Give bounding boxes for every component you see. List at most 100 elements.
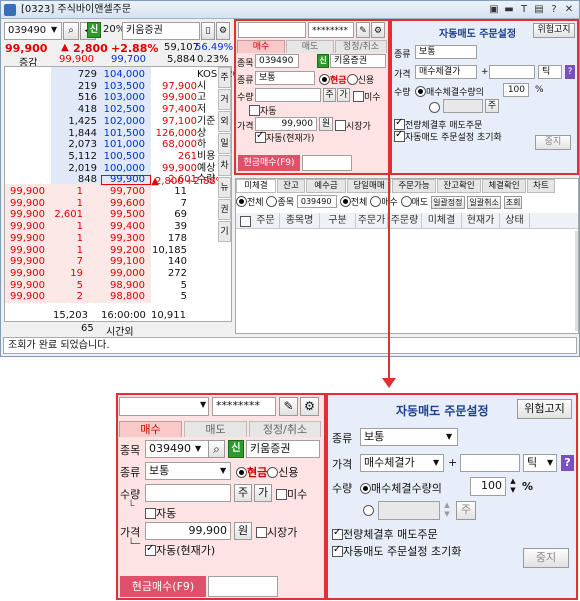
as-type-dropdown-icon[interactable]: ▼ [446, 432, 452, 441]
cash-buy-button[interactable]: 현금매수(F9) [120, 576, 206, 597]
side-tab[interactable]: 거 [218, 89, 231, 110]
qty-unit-button[interactable]: 주 [234, 484, 252, 502]
as-price-type[interactable]: 매수체결가 [360, 454, 444, 472]
column-header[interactable]: 구분 [320, 213, 356, 229]
risk-notice-button[interactable]: 위험고지 [517, 399, 572, 419]
as-opt2-check[interactable] [332, 544, 343, 557]
mini-as-qty-pct[interactable]: 100 [503, 83, 529, 97]
help-icon-big[interactable]: ? [561, 455, 574, 471]
list-tab[interactable]: 잔고확인 [437, 179, 481, 193]
tab-sell-mini[interactable]: 매도 [286, 40, 334, 53]
list-tab[interactable]: 미체결 [236, 179, 276, 193]
close-icon[interactable]: ✕ [563, 3, 575, 16]
cash-radio[interactable] [236, 467, 247, 478]
as-ju-spinner-icon[interactable]: ▲ ▼ [441, 501, 453, 520]
side-tab[interactable]: 뉴 [218, 177, 231, 198]
list-tab[interactable]: 잔고 [277, 179, 305, 193]
type-dropdown-icon[interactable]: ▼ [220, 466, 226, 475]
credit-radio[interactable] [267, 467, 279, 478]
qty-input[interactable] [145, 484, 231, 502]
as-tick-dropdown-icon[interactable]: ▼ [547, 458, 553, 467]
side-tab[interactable]: 기 [218, 221, 231, 242]
list-tab[interactable]: 예수금 [306, 179, 346, 193]
price-fill-button[interactable]: 가 [254, 484, 272, 502]
password-input-big[interactable]: ******** [212, 397, 276, 416]
query-button[interactable]: 조회 [503, 196, 523, 209]
filter-code[interactable]: 039490 [296, 195, 337, 208]
menu-icon[interactable]: ▤ [533, 3, 545, 16]
settings-icon-big[interactable]: ⚙ [300, 397, 319, 416]
side-tab[interactable]: 외 [218, 111, 231, 132]
tab-buy[interactable]: 매수 [119, 421, 182, 437]
mini-unpaid-check[interactable] [353, 91, 364, 102]
filter-all2-radio[interactable] [339, 196, 351, 207]
mini-as-price-type[interactable]: 매수체결가 [415, 65, 477, 79]
chevron-down-icon-2[interactable]: ▼ [200, 400, 206, 409]
mini-as-ju-btn[interactable]: 주 [485, 99, 499, 113]
mini-as-ju-radio[interactable] [429, 102, 440, 113]
side-tab[interactable]: 차 [218, 155, 231, 176]
as-qty-pct-input[interactable]: 100 [470, 477, 506, 496]
mini-help-icon[interactable]: ? [565, 65, 575, 79]
mini-type-select[interactable]: 보통 [255, 71, 315, 85]
mini-cash-radio[interactable] [319, 74, 330, 85]
list-tab[interactable]: 당일매매 [347, 179, 391, 193]
code-dropdown-icon[interactable]: ▼ [195, 444, 201, 453]
column-header[interactable]: 주문가 [356, 213, 388, 229]
as-ju-button[interactable]: 주 [456, 501, 476, 520]
as-qty-ju-radio[interactable] [363, 505, 374, 516]
mini-stop-button[interactable]: 중지 [535, 135, 571, 150]
side-tab[interactable]: 주 [218, 67, 231, 88]
account-input-big[interactable] [119, 397, 209, 416]
mini-auto-check[interactable] [249, 105, 260, 116]
as-price-dropdown-icon[interactable]: ▼ [433, 458, 439, 467]
mini-qty-input[interactable] [255, 88, 321, 102]
mini-as-tick[interactable]: 틱 [538, 65, 562, 79]
market-price-check[interactable] [256, 527, 267, 538]
stop-button[interactable]: 중지 [523, 548, 569, 568]
text-icon[interactable]: T [518, 3, 530, 16]
mini-auto-now-check[interactable] [255, 130, 266, 143]
lock-icon[interactable]: ▣ [488, 3, 500, 16]
auto-current-check[interactable] [145, 543, 156, 556]
mini-price-btn[interactable]: 가 [337, 88, 350, 102]
filter-sell-radio[interactable] [400, 196, 412, 207]
settings-icon-2[interactable]: ⚙ [371, 22, 385, 38]
bid-price[interactable]: 98,800 [101, 290, 145, 303]
mini-amount-input[interactable] [302, 155, 352, 171]
account-input[interactable] [238, 22, 306, 38]
settings-icon[interactable]: ⚙ [216, 22, 230, 40]
side-tab[interactable]: 권 [218, 199, 231, 220]
edit-icon-big[interactable]: ✎ [279, 397, 298, 416]
mini-code-input[interactable]: 039490 [255, 54, 299, 68]
filter-all-radio[interactable] [236, 196, 247, 207]
bulk-modify-button[interactable]: 일괄정정 [431, 196, 465, 209]
bulk-cancel-button[interactable]: 일괄취소 [467, 196, 501, 209]
tab-modify-mini[interactable]: 정정/취소 [335, 40, 387, 53]
mini-credit-radio[interactable] [346, 74, 358, 85]
password-input[interactable]: ******** [308, 22, 354, 38]
filter-stock-radio[interactable] [266, 196, 278, 207]
mini-won-btn[interactable]: 원 [319, 117, 333, 131]
list-tab[interactable]: 주문가능 [392, 179, 436, 193]
mini-submit-button[interactable]: 현금매수(F9) [238, 155, 300, 171]
search-icon-big[interactable]: ⌕ [208, 440, 225, 458]
as-type-select[interactable]: 보통 [360, 428, 458, 446]
doc-icon[interactable]: ▯ [201, 22, 215, 40]
column-header[interactable]: 종목명 [280, 213, 320, 229]
won-button[interactable]: 원 [234, 522, 252, 540]
bid-left-price[interactable]: 99,900 [5, 290, 45, 303]
filter-buy-radio[interactable] [370, 196, 382, 207]
column-header[interactable]: 주문량 [388, 213, 422, 229]
tab-modify[interactable]: 정정/취소 [249, 421, 321, 437]
mini-qty-btn[interactable]: 주 [323, 88, 336, 102]
tab-sell[interactable]: 매도 [184, 421, 247, 437]
auto-check[interactable] [145, 508, 156, 519]
column-header[interactable]: 상태 [500, 213, 530, 229]
mini-as-ju-input[interactable] [443, 99, 483, 113]
edit-icon[interactable]: ✎ [356, 22, 370, 38]
list-tab[interactable]: 체결확인 [482, 179, 526, 193]
type-select[interactable]: 보통 [145, 462, 231, 480]
minimize-icon[interactable]: ▬ [503, 3, 515, 16]
help-icon[interactable]: ? [548, 3, 560, 16]
